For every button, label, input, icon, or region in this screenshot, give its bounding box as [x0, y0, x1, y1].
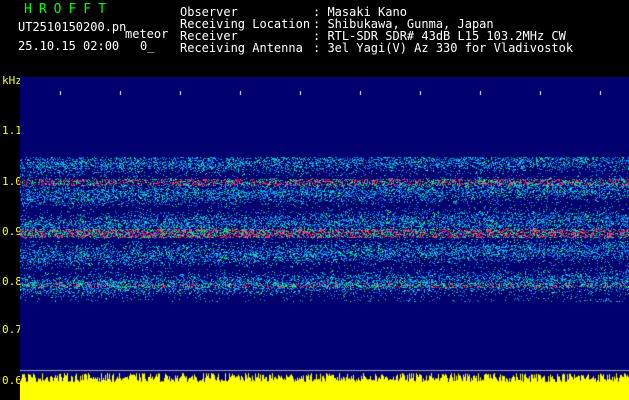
antenna-value: : 3el Yagi(V) Az 330 for Vladivostok [313, 41, 574, 55]
y-tick-label: 0.9 [2, 225, 22, 238]
capture-counter: 0_ [140, 39, 155, 53]
antenna-label: Receiving Antenna [180, 41, 303, 55]
info-values: : Masaki Kano : Shibukawa, Gunma, Japan … [313, 6, 573, 54]
y-tick-label: 0.8 [2, 275, 22, 288]
y-tick-label: 1.0 [2, 175, 22, 188]
app-brand: HROFFT [24, 2, 113, 17]
y-axis-unit: kHz [2, 74, 22, 87]
y-tick-label: 0.7 [2, 323, 22, 336]
file-name: UT2510150200.pn [18, 20, 127, 34]
y-tick-label: 0.6 [2, 374, 22, 387]
info-labels: Observer Receiving Location Receiver Rec… [180, 6, 310, 54]
spectrogram-canvas [20, 77, 629, 400]
capture-datetime: 25.10.15 02:00 [18, 39, 120, 53]
y-tick-label: 1.1 [2, 124, 22, 137]
